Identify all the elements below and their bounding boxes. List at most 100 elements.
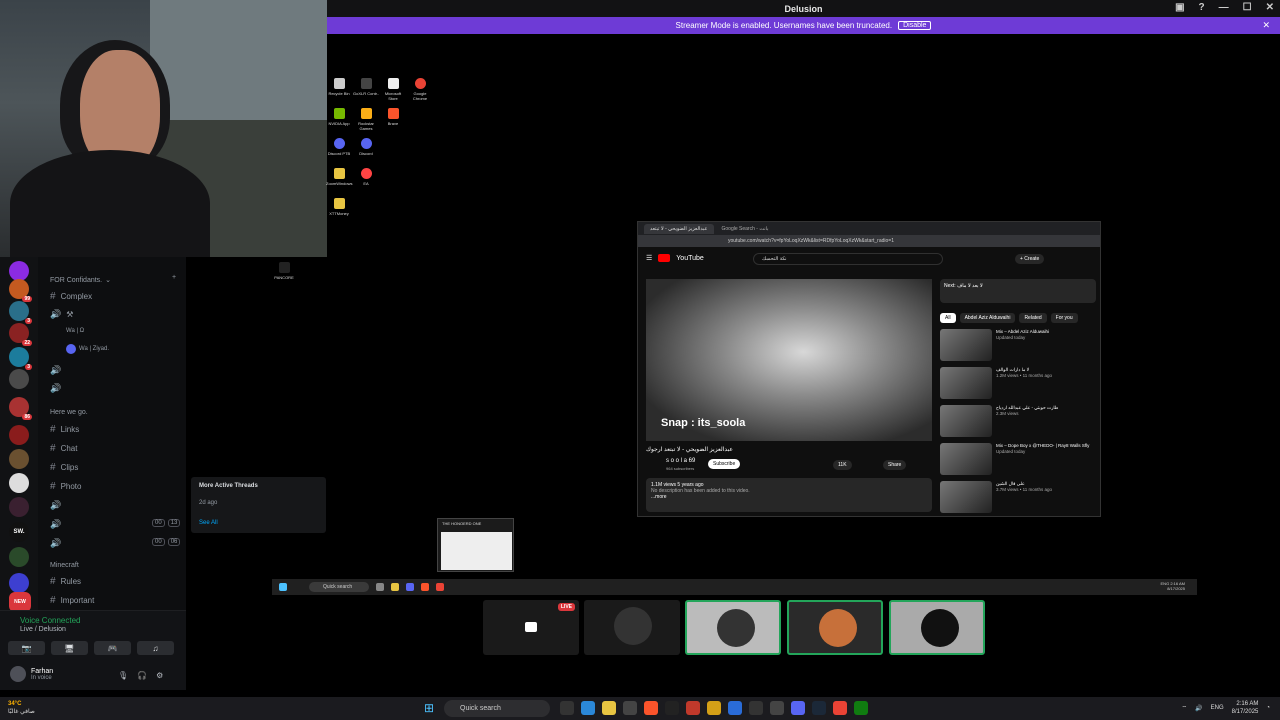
desktop-icon[interactable]: PANCORE (271, 262, 297, 280)
desktop-icon[interactable]: NVIDIA App (326, 108, 352, 126)
clock[interactable]: 2:16 AM 8/17/2025 (1232, 700, 1259, 716)
folder-icon[interactable] (602, 701, 616, 715)
app-icon[interactable] (728, 701, 742, 715)
recommendation-item[interactable]: Mix – Abdel Aziz Alduwaihi Updated today (940, 329, 1096, 361)
app-icon[interactable] (707, 701, 721, 715)
category-header[interactable]: FOR Confidants. ⌄ (50, 276, 111, 285)
language-indicator[interactable]: ENG (1211, 705, 1224, 711)
voice-channel-name[interactable]: Live / Delusion (20, 626, 66, 633)
store-icon[interactable] (623, 701, 637, 715)
soundboard-button[interactable]: ♫ (137, 641, 174, 655)
server-icon[interactable]: 3 (9, 301, 32, 324)
server-icon[interactable] (9, 573, 29, 593)
user-panel[interactable]: Farhan In voice (10, 666, 53, 682)
channel-chat[interactable]: # Chat (50, 443, 77, 454)
stream-tile[interactable] (584, 600, 680, 655)
desktop-icon[interactable]: ZoomWindows (326, 168, 352, 186)
minimize-button[interactable]: — (1219, 2, 1229, 13)
app-icon[interactable] (665, 701, 679, 715)
chip[interactable]: Abdel Aziz Alduwaihi (959, 313, 1016, 323)
desktop-icon[interactable]: Brave (380, 108, 406, 126)
brave-icon[interactable] (644, 701, 658, 715)
channel-name[interactable]: s o o l a 69 (666, 458, 695, 464)
stream-tile[interactable] (889, 600, 985, 655)
share-button[interactable]: Share (883, 460, 907, 470)
category-header[interactable]: Minecraft (50, 562, 79, 569)
voice-channel[interactable]: 🔊 (50, 538, 61, 549)
inbox-icon[interactable]: ▣ (1175, 2, 1184, 13)
server-icon[interactable] (9, 369, 29, 389)
server-icon[interactable] (9, 547, 29, 567)
stream-tile[interactable] (787, 600, 883, 655)
voice-channel[interactable]: 🔊 (50, 365, 61, 376)
playlist-next[interactable]: Next: لا بعد لا ماف (940, 279, 1096, 303)
volume-icon[interactable]: 🔊 (1195, 705, 1202, 712)
channel-photo[interactable]: # Photo (50, 481, 81, 492)
desktop-icon[interactable]: GoXLR Contr.. (353, 78, 379, 96)
voice-channel[interactable]: 🔊 (50, 383, 61, 394)
disable-streamer-button[interactable]: Disable (898, 21, 932, 30)
app-icon[interactable] (686, 701, 700, 715)
microphone-icon[interactable]: 🎙 (118, 671, 128, 680)
server-icon[interactable]: 3 (9, 347, 32, 370)
discord-icon[interactable] (791, 701, 805, 715)
search-input[interactable]: نكة التحسك (753, 253, 943, 265)
app-icon[interactable] (749, 701, 763, 715)
chip[interactable]: Related (1019, 313, 1047, 323)
browser-tab[interactable]: Google Search - بانت (722, 226, 769, 232)
channel-important[interactable]: # Important (50, 595, 94, 606)
chrome-icon[interactable] (833, 701, 847, 715)
help-icon[interactable]: ? (1199, 2, 1205, 13)
server-icon[interactable]: 86 (9, 397, 32, 420)
description-box[interactable]: 1.1M views 5 years ago No description ha… (646, 478, 932, 512)
desktop-icon[interactable]: Discord PTB (326, 138, 352, 156)
desktop-icon[interactable]: Google Chrome (407, 78, 433, 101)
xbox-icon[interactable] (854, 701, 868, 715)
server-icon[interactable] (9, 425, 29, 445)
recommendation-item[interactable]: على قال الشين 3.7M views • 11 months ago (940, 481, 1096, 513)
windows-start-icon[interactable]: ⊞ (424, 701, 434, 715)
youtube-logo-icon[interactable] (658, 254, 671, 262)
subscribe-button[interactable]: Subscribe (708, 459, 741, 469)
stream-tile[interactable] (685, 600, 781, 655)
voice-channel[interactable]: 🔊 ⚒ (50, 309, 73, 320)
voice-user[interactable]: Wa | Ziyad. (66, 344, 109, 354)
desktop-icon[interactable]: EA (353, 168, 379, 186)
channel-clips[interactable]: # Clips (50, 462, 78, 473)
address-bar[interactable]: youtube.com/watch?v=fpYoLoqXzWk&list=RDf… (638, 235, 1100, 247)
screenshare-button[interactable]: 🖥 (51, 641, 88, 655)
recommendation-item[interactable]: لا ما دارات الوالف 1.2M views • 11 months… (940, 367, 1096, 399)
desktop-icon[interactable]: Rockstar Games (353, 108, 379, 131)
chip[interactable]: For you (1050, 313, 1078, 323)
like-button[interactable]: 11K (833, 460, 852, 470)
server-icon[interactable] (9, 261, 29, 281)
create-button[interactable]: + Create (1015, 254, 1045, 264)
app-icon[interactable] (560, 701, 574, 715)
maximize-button[interactable]: ☐ (1243, 2, 1252, 13)
settings-icon[interactable]: ⚙ (156, 671, 163, 680)
search-input[interactable]: Quick search (444, 700, 550, 717)
server-icon[interactable]: 22 (9, 323, 32, 346)
close-icon[interactable]: ✕ (1262, 20, 1270, 31)
recommendation-item[interactable]: طارت حوبتي - علي عبدالله اردياح 2.3M view… (940, 405, 1096, 437)
desktop-icon[interactable]: XTTMoney (326, 198, 352, 216)
more-link[interactable]: ...more (651, 494, 927, 500)
weather-widget[interactable]: 34°C صافي غالبًا (8, 700, 35, 716)
category-header[interactable]: Here we go. (50, 409, 88, 416)
desktop-icon[interactable]: Recycle Bin (326, 78, 352, 96)
video-player[interactable]: Snap : its_soola (646, 279, 932, 441)
desktop-icon[interactable]: Discord (353, 138, 379, 156)
browser-tab[interactable]: عبدالعزيز الضويحي - لا تبتعد (644, 223, 714, 234)
desktop-icon[interactable]: Microsoft Store (380, 78, 406, 101)
channel-links[interactable]: # Links (50, 424, 79, 435)
activity-button[interactable]: 🎮 (94, 641, 131, 655)
channel-complex[interactable]: # Complex (50, 291, 92, 302)
server-icon[interactable]: 99 (9, 279, 32, 302)
steam-icon[interactable] (812, 701, 826, 715)
recommendation-item[interactable]: Mix – Dope Boy x @THEDO- | Ray8 Walls Sf… (940, 443, 1096, 475)
server-icon[interactable]: SW. (9, 522, 29, 542)
server-icon[interactable] (9, 473, 29, 493)
voice-user[interactable]: Wa | Ω (66, 328, 84, 334)
see-all-link[interactable]: See All (199, 520, 218, 526)
chip-all[interactable]: All (940, 313, 956, 323)
